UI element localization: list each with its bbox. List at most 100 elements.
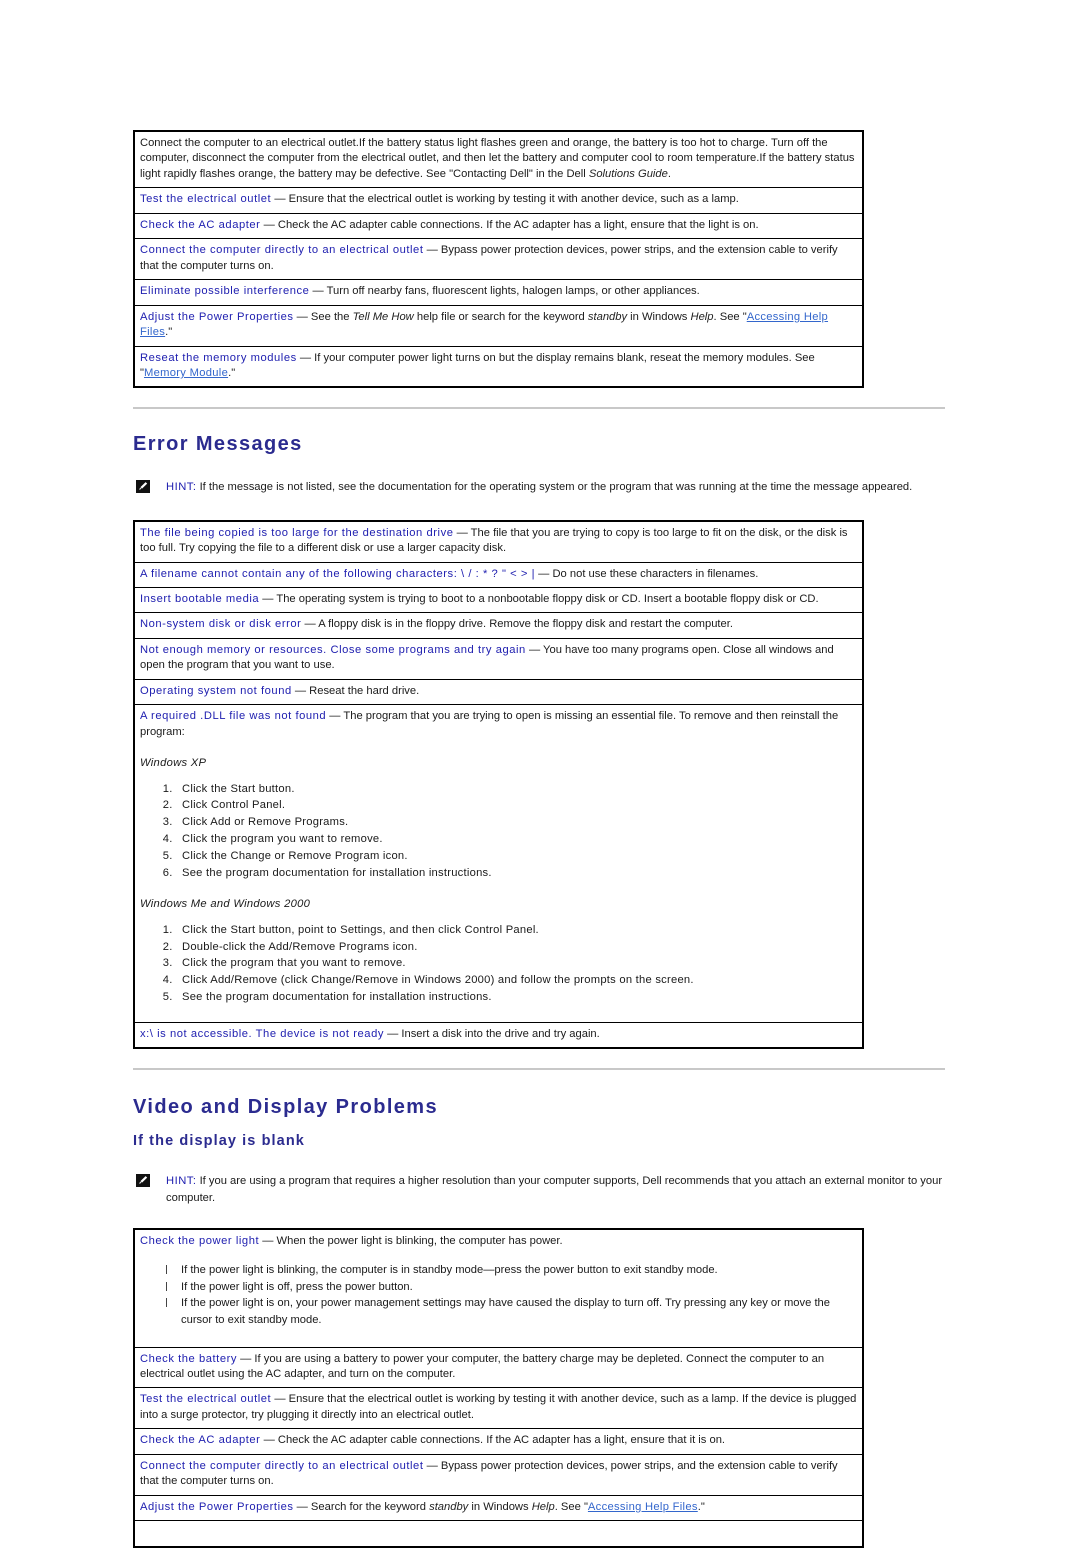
- term-label: Test the electrical outlet: [140, 193, 272, 206]
- tell-me-how-italic: Tell Me How: [352, 310, 414, 323]
- term-description: — Do not use these characters in filenam…: [535, 567, 759, 580]
- table-row: The file being copied is too large for t…: [133, 520, 864, 563]
- term-description: — Check the AC adapter cable connections…: [260, 1434, 726, 1447]
- term-description: — Check the AC adapter cable connections…: [260, 218, 759, 231]
- list-item: Double-click the Add/Remove Programs ico…: [176, 939, 857, 956]
- test-electrical-outlet-cell: Test the electrical outlet — Ensure that…: [133, 1387, 864, 1430]
- term-label: Connect the computer directly to an elec…: [140, 244, 424, 257]
- term-label: Connect the computer directly to an elec…: [140, 1459, 424, 1472]
- term-label: A filename cannot contain any of the fol…: [140, 567, 536, 580]
- term-description-d: . See ": [554, 1500, 588, 1513]
- term-label: Adjust the Power Properties: [140, 1500, 294, 1513]
- term-description-e: .": [228, 366, 236, 379]
- solutions-guide-italic: Solutions Guide: [588, 167, 668, 180]
- page-title-video-display: Video and Display Problems: [133, 1096, 439, 1119]
- connect-directly-outlet-cell: Connect the computer directly to an elec…: [133, 238, 864, 281]
- list-item-label: If the power light is blinking, the comp…: [181, 1264, 718, 1277]
- power-intro-cell: Connect the computer to an electrical ou…: [133, 130, 864, 189]
- insert-bootable-media-cell: Insert bootable media — The operating sy…: [133, 587, 864, 614]
- list-item: Click the Start button.: [176, 781, 857, 798]
- term-description-c: in Windows: [627, 310, 691, 323]
- term-label: Non-system disk or disk error: [140, 618, 302, 631]
- bullet-bar-icon: [166, 1298, 167, 1308]
- not-enough-memory-cell: Not enough memory or resources. Close so…: [133, 637, 864, 680]
- list-item-label: If the power light is on, your power man…: [181, 1297, 831, 1326]
- term-label: The file being copied is too large for t…: [140, 526, 454, 539]
- file-too-large-cell: The file being copied is too large for t…: [133, 520, 864, 563]
- term-description: — Ensure that the electrical outlet is w…: [271, 193, 739, 206]
- table-row: Connect the computer to an electrical ou…: [133, 130, 864, 189]
- windows-me-2000-steps: Click the Start button, point to Setting…: [140, 922, 857, 1006]
- table-row: A filename cannot contain any of the fol…: [133, 561, 864, 589]
- term-label: Check the AC adapter: [140, 218, 261, 231]
- table-row: x:\ is not accessible. The device is not…: [133, 1021, 864, 1049]
- check-ac-adapter-cell: Check the AC adapter — Check the AC adap…: [133, 1428, 864, 1455]
- list-item: Click Add or Remove Programs.: [176, 814, 857, 831]
- table-row: Not enough memory or resources. Close so…: [133, 637, 864, 680]
- term-label: Check the AC adapter: [140, 1434, 261, 1447]
- table-row: Eliminate possible interference — Turn o…: [133, 279, 864, 306]
- windows-xp-heading: Windows XP: [140, 757, 207, 770]
- hint-text: If you are using a program that requires…: [166, 1175, 943, 1204]
- os-not-found-cell: Operating system not found — Reseat the …: [133, 678, 864, 706]
- subheading-display-blank: If the display is blank: [133, 1133, 305, 1150]
- hint-label: HINT:: [166, 481, 197, 494]
- term-label: Eliminate possible interference: [140, 285, 310, 298]
- pencil-icon: [136, 1174, 150, 1188]
- term-description: — Reseat the hard drive.: [291, 684, 420, 697]
- table-row: Adjust the Power Properties — Search for…: [133, 1494, 864, 1522]
- term-description-e: .": [697, 1500, 705, 1513]
- term-description-a: — Search for the keyword: [293, 1500, 430, 1513]
- table-row: Test the electrical outlet — Ensure that…: [133, 1387, 864, 1430]
- windows-me-2000-heading: Windows Me and Windows 2000: [140, 898, 311, 911]
- table-row: Check the AC adapter — Check the AC adap…: [133, 1428, 864, 1455]
- non-system-disk-cell: Non-system disk or disk error — A floppy…: [133, 612, 864, 639]
- eliminate-interference-cell: Eliminate possible interference — Turn o…: [133, 279, 864, 306]
- term-description: — A floppy disk is in the floppy drive. …: [301, 618, 733, 631]
- term-label: Check the power light: [140, 1234, 260, 1247]
- table-row: Operating system not found — Reseat the …: [133, 678, 864, 706]
- memory-module-link[interactable]: Memory Module: [144, 367, 228, 379]
- table-row: Insert bootable media — The operating sy…: [133, 587, 864, 614]
- list-item: Click the Start button, point to Setting…: [176, 922, 857, 939]
- table-row: A required .DLL file was not found — The…: [133, 704, 864, 1023]
- table-row: Check the battery — If you are using a b…: [133, 1346, 864, 1389]
- hint-video-display: HINT: If you are using a program that re…: [133, 1173, 951, 1205]
- list-item: If the power light is on, your power man…: [164, 1295, 857, 1328]
- table-row: Connect the computer directly to an elec…: [133, 238, 864, 281]
- error-messages-table: The file being copied is too large for t…: [133, 519, 864, 1050]
- list-item: Click the program that you want to remov…: [176, 955, 857, 972]
- dll-not-found-cell: A required .DLL file was not found — The…: [133, 704, 864, 1023]
- term-label: Not enough memory or resources. Close so…: [140, 643, 526, 656]
- term-label: Check the battery: [140, 1352, 238, 1365]
- windows-xp-steps: Click the Start button. Click Control Pa…: [140, 781, 857, 882]
- table-row: [133, 1520, 864, 1548]
- adjust-power-properties-cell: Adjust the Power Properties — See the Te…: [133, 304, 864, 347]
- term-description: — When the power light is blinking, the …: [259, 1234, 563, 1247]
- trailing-cell: [133, 1520, 864, 1548]
- accessing-help-files-link[interactable]: Accessing Help Files: [588, 1501, 698, 1513]
- table-row: Check the power light — When the power l…: [133, 1228, 864, 1348]
- table-row: Check the AC adapter — Check the AC adap…: [133, 212, 864, 240]
- power-intro-tail: .: [667, 167, 671, 180]
- hint-text: If the message is not listed, see the do…: [196, 481, 913, 494]
- list-item: Click the program you want to remove.: [176, 831, 857, 848]
- list-item: Click the Change or Remove Program icon.: [176, 848, 857, 865]
- table-row: Test the electrical outlet — Ensure that…: [133, 187, 864, 214]
- bullet-bar-icon: [166, 1281, 167, 1291]
- table-row: Adjust the Power Properties — See the Te…: [133, 304, 864, 347]
- reseat-memory-modules-cell: Reseat the memory modules — If your comp…: [133, 345, 864, 388]
- table-row: Non-system disk or disk error — A floppy…: [133, 612, 864, 639]
- hint-label: HINT:: [166, 1175, 197, 1188]
- list-item: Click Add/Remove (click Change/Remove in…: [176, 972, 857, 989]
- term-label: Reseat the memory modules: [140, 351, 297, 364]
- list-item: Click Control Panel.: [176, 797, 857, 814]
- power-problems-table: Connect the computer to an electrical ou…: [133, 130, 864, 389]
- adjust-power-properties-cell: Adjust the Power Properties — Search for…: [133, 1494, 864, 1522]
- pencil-icon: [136, 480, 150, 494]
- term-description-c: in Windows: [468, 1500, 532, 1513]
- standby-keyword-italic: standby: [587, 310, 628, 323]
- term-description-d: . See ": [713, 310, 747, 323]
- term-label: x:\ is not accessible. The device is not…: [140, 1027, 384, 1040]
- drive-not-ready-cell: x:\ is not accessible. The device is not…: [133, 1021, 864, 1049]
